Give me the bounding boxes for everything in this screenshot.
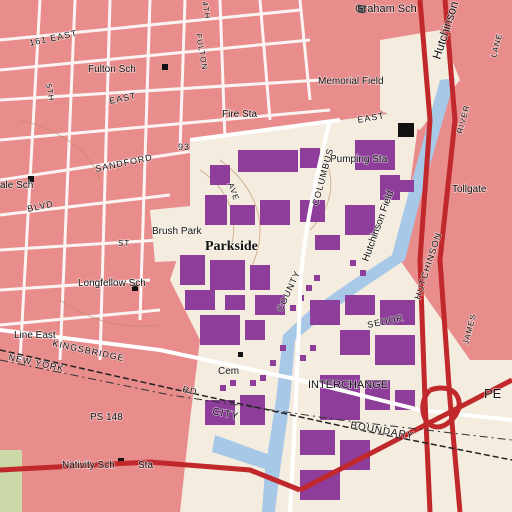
fulton-sch-label: Fulton Sch (88, 64, 136, 75)
road-label-st: ST (118, 239, 130, 248)
road-label-rt93: 93 (178, 142, 190, 152)
parkside-label: Parkside (205, 239, 258, 254)
map-canvas: Graham Sch Hutchinson Fulton Sch Memoria… (0, 0, 512, 512)
pe-label: PE (484, 386, 502, 401)
cem-label: Cem (218, 366, 239, 377)
ale-sch-label: ale Sch (0, 180, 33, 191)
interchange-label: INTERCHANGE (308, 379, 388, 391)
park-area (0, 450, 22, 512)
memorial-field-label: Memorial Field (318, 76, 384, 87)
fire-sta-label: Fire Sta (222, 109, 257, 120)
nativity-sch-label: Nativity Sch (62, 460, 115, 471)
pumping-sta-label: Pumping Sta (330, 154, 388, 165)
topographic-map: Graham Sch Hutchinson Fulton Sch Memoria… (0, 0, 512, 512)
brush-park-label: Brush Park (152, 226, 202, 237)
longfellow-sch-label: Longfellow Sch (78, 278, 146, 289)
line-east-label: Line East (14, 330, 56, 341)
ps148-label: PS 148 (90, 412, 123, 423)
tollgate-label: Tollgate (452, 184, 487, 195)
sta-label: Sta (138, 460, 153, 471)
graham-sch-label: Graham Sch (355, 3, 417, 15)
